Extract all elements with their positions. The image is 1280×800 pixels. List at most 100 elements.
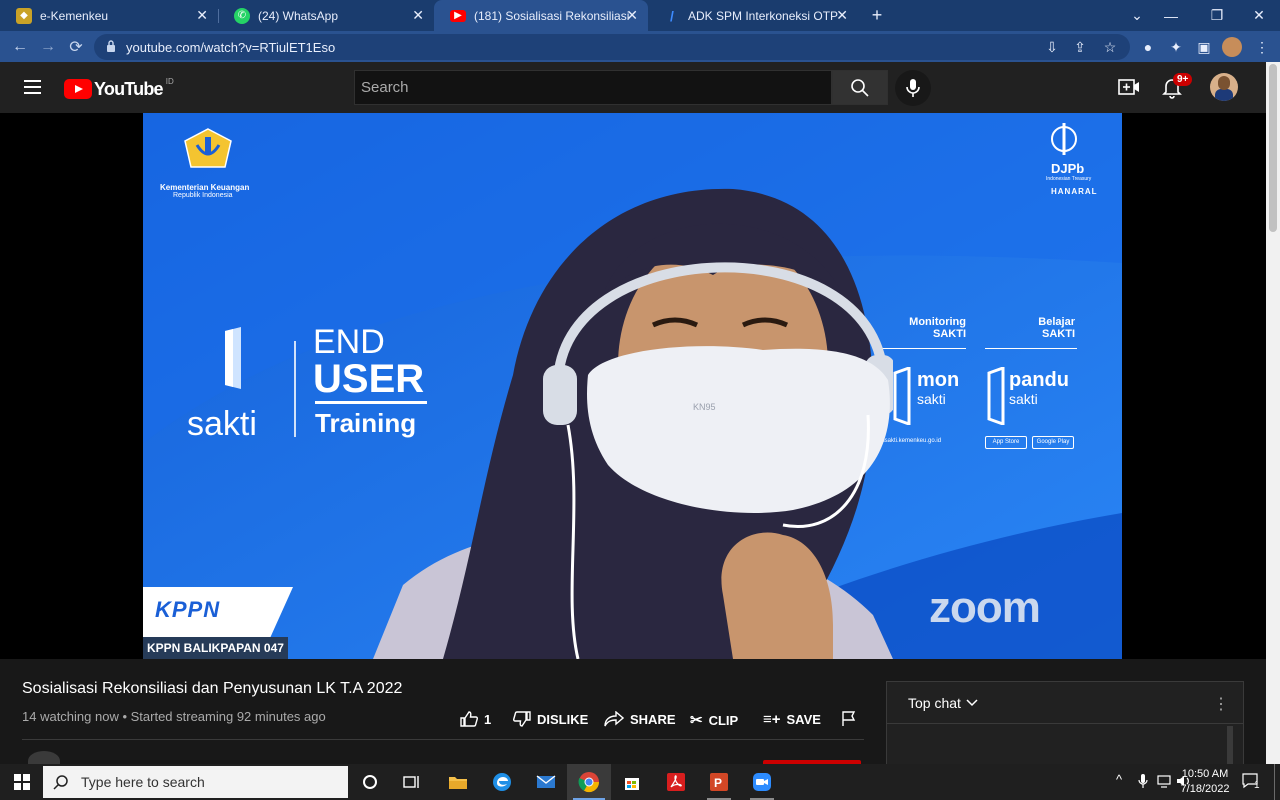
clock[interactable]: 10:50 AM 7/18/2022 bbox=[1176, 767, 1234, 797]
save-label: SAVE bbox=[786, 712, 821, 727]
chrome-app-active[interactable] bbox=[567, 764, 611, 800]
taskbar-search[interactable] bbox=[43, 766, 348, 798]
minimize-button[interactable]: — bbox=[1148, 0, 1194, 31]
tab-whatsapp[interactable]: ✆ (24) WhatsApp ✕ bbox=[218, 0, 434, 31]
mail-app[interactable] bbox=[524, 764, 568, 800]
acrobat-app[interactable] bbox=[654, 764, 698, 800]
reload-button[interactable]: ⟳ bbox=[64, 35, 88, 59]
microphone-tray-icon[interactable] bbox=[1138, 773, 1148, 792]
search-icon bbox=[851, 78, 869, 97]
search-button[interactable] bbox=[832, 70, 888, 105]
account-avatar[interactable] bbox=[1210, 73, 1238, 101]
clock-date: 7/18/2022 bbox=[1180, 783, 1230, 795]
search-field[interactable] bbox=[354, 70, 832, 105]
start-button[interactable] bbox=[0, 764, 44, 800]
network-tray-icon[interactable] bbox=[1157, 774, 1173, 791]
windows-logo-icon bbox=[14, 774, 30, 790]
chat-more-icon[interactable]: ⋮ bbox=[1213, 694, 1229, 714]
new-tab-button[interactable]: + bbox=[862, 0, 892, 31]
video-frame[interactable]: Kementerian Keuangan Republik Indonesia … bbox=[143, 113, 1122, 659]
tab-e-kemenkeu[interactable]: ◆ e-Kemenkeu ✕ bbox=[0, 0, 218, 31]
pandusakti-logo-icon bbox=[987, 367, 1005, 425]
sakti-logo-mark bbox=[225, 327, 241, 389]
show-hidden-icons-button[interactable]: ^ bbox=[1116, 772, 1122, 787]
side-panel-icon[interactable]: ▣ bbox=[1194, 37, 1214, 57]
dislike-button[interactable]: DISLIKE bbox=[513, 711, 588, 727]
cortana-button[interactable] bbox=[348, 764, 392, 800]
create-video-icon bbox=[1118, 79, 1139, 95]
monitoring-sakti-label: SAKTI bbox=[933, 328, 966, 340]
forward-button[interactable]: → bbox=[36, 35, 60, 59]
mail-icon bbox=[536, 775, 556, 788]
action-center-button[interactable]: 1 bbox=[1242, 772, 1260, 793]
close-icon[interactable]: ✕ bbox=[836, 7, 848, 24]
microphone-icon bbox=[1138, 774, 1148, 788]
tab-adk-spm[interactable]: / ADK SPM Interkoneksi OTP ✕ bbox=[648, 0, 858, 31]
whatsapp-favicon: ✆ bbox=[234, 7, 250, 24]
back-button[interactable]: ← bbox=[8, 35, 32, 59]
browser-toolbar: ← → ⟳ youtube.com/watch?v=RTiulET1Eso ⇩ … bbox=[0, 31, 1280, 62]
address-bar[interactable]: youtube.com/watch?v=RTiulET1Eso ⇩ ⇪ ☆ bbox=[94, 34, 1130, 60]
profile-avatar[interactable] bbox=[1222, 37, 1242, 57]
scrollbar-thumb[interactable] bbox=[1269, 64, 1277, 232]
restore-button[interactable]: ❐ bbox=[1194, 0, 1240, 31]
thumbs-up-icon bbox=[460, 711, 478, 727]
edge-app[interactable] bbox=[480, 764, 524, 800]
extensions-puzzle-icon[interactable]: ✦ bbox=[1166, 37, 1186, 57]
share-icon bbox=[604, 711, 624, 727]
clip-button[interactable]: ✂ CLIP bbox=[690, 711, 738, 729]
share-page-icon[interactable]: ⇪ bbox=[1070, 37, 1090, 57]
djpb-text: DJPb bbox=[1051, 161, 1085, 176]
chat-mode-dropdown[interactable]: Top chat bbox=[908, 695, 978, 711]
show-desktop-button[interactable] bbox=[1274, 764, 1275, 800]
mask-label: KN95 bbox=[693, 402, 716, 412]
thumbs-down-icon bbox=[513, 711, 531, 727]
ministry-subtitle: Republik Indonesia bbox=[173, 192, 233, 199]
page-scrollbar[interactable] bbox=[1266, 62, 1280, 764]
chrome-menu-icon[interactable]: ⋮ bbox=[1252, 37, 1272, 57]
extension-icon[interactable]: ● bbox=[1138, 37, 1158, 57]
notifications-button[interactable]: 9+ bbox=[1162, 73, 1193, 104]
zoom-app[interactable] bbox=[740, 764, 784, 800]
share-button[interactable]: SHARE bbox=[604, 711, 676, 727]
task-view-button[interactable] bbox=[390, 764, 434, 800]
youtube-logo[interactable]: YouTube ID bbox=[64, 76, 174, 99]
youtube-masthead: YouTube ID 9+ bbox=[0, 62, 1266, 113]
close-icon[interactable]: ✕ bbox=[412, 7, 424, 24]
chevron-down-icon bbox=[966, 699, 978, 707]
kemenkeu-emblem-icon bbox=[184, 128, 232, 168]
install-app-icon[interactable]: ⇩ bbox=[1042, 37, 1062, 57]
edge-icon bbox=[493, 773, 511, 791]
djpb-logo-icon bbox=[1051, 123, 1077, 155]
windows-taskbar: P ^ 10:50 AM 7/18/2022 1 bbox=[0, 764, 1280, 800]
save-button[interactable]: ≡+ SAVE bbox=[763, 711, 821, 728]
mon-text: mon bbox=[917, 369, 960, 391]
presenter-image: KN95 bbox=[373, 188, 893, 659]
kppn-logo-text: KPPN bbox=[155, 597, 221, 622]
like-button[interactable]: 1 bbox=[460, 711, 491, 727]
close-window-button[interactable]: ✕ bbox=[1236, 0, 1280, 31]
country-code: ID bbox=[165, 76, 174, 86]
powerpoint-app[interactable]: P bbox=[697, 764, 741, 800]
search-input[interactable] bbox=[355, 71, 831, 104]
clip-label: CLIP bbox=[708, 712, 739, 728]
bookmark-star-icon[interactable]: ☆ bbox=[1100, 37, 1120, 57]
report-button[interactable] bbox=[842, 711, 856, 727]
close-icon[interactable]: ✕ bbox=[626, 7, 638, 24]
voice-search-button[interactable] bbox=[895, 70, 931, 106]
action-center-count: 1 bbox=[1254, 780, 1260, 791]
tab-youtube-active[interactable]: ▶ (181) Sosialisasi Rekonsiliasi dan ✕ bbox=[434, 0, 648, 31]
youtube-play-icon bbox=[64, 79, 92, 99]
chrome-icon bbox=[578, 772, 600, 793]
zoom-watermark: zoom bbox=[929, 583, 1041, 632]
close-icon[interactable]: ✕ bbox=[196, 7, 208, 24]
store-app[interactable] bbox=[610, 764, 654, 800]
file-explorer-app[interactable] bbox=[436, 764, 480, 800]
create-video-button[interactable] bbox=[1118, 78, 1140, 101]
share-label: SHARE bbox=[630, 711, 676, 727]
hamburger-menu-icon[interactable] bbox=[24, 80, 41, 94]
flag-icon bbox=[842, 711, 856, 726]
pandu-subtitle: sakti bbox=[1009, 391, 1038, 407]
taskbar-search-input[interactable] bbox=[81, 774, 321, 790]
video-player[interactable]: Kementerian Keuangan Republik Indonesia … bbox=[0, 113, 1266, 659]
